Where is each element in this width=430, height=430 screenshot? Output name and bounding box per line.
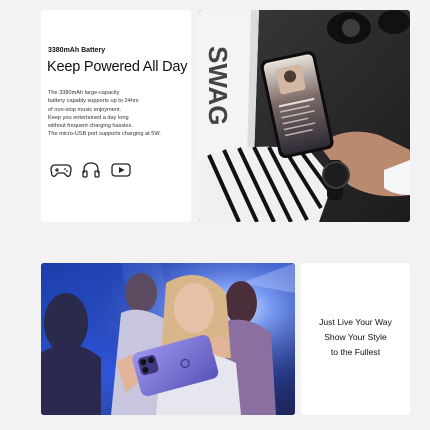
- battery-subtitle: 3380mAh Battery: [48, 47, 106, 54]
- style-slogan: Just Live Your Way Show Your Style to th…: [301, 315, 410, 360]
- box-lettering: SWAG: [203, 46, 233, 125]
- description-line: without frequent charging hassles.: [48, 123, 133, 130]
- style-slogan-card: Just Live Your Way Show Your Style to th…: [301, 263, 410, 415]
- description-line: The micro-USB port supports charging at …: [48, 131, 161, 138]
- battery-info-card: 3380mAh Battery Keep Powered All Day The…: [41, 10, 191, 222]
- feature-icons: [50, 161, 132, 179]
- battery-title: Keep Powered All Day: [47, 59, 188, 75]
- headphones-icon: [80, 161, 102, 179]
- slogan-line: Show Your Style: [324, 332, 387, 342]
- slogan-line: Just Live Your Way: [319, 317, 392, 327]
- concert-selfie-photo: [41, 263, 295, 415]
- description-line: of non-stop music enjoyment.: [48, 106, 122, 113]
- gamepad-icon: [50, 161, 72, 179]
- description-line: battery capably supports up to 24hrs: [48, 98, 139, 105]
- phone-wrist-photo: SWAG: [199, 10, 410, 222]
- description-line: Keep you entertained a day long: [48, 114, 129, 121]
- battery-description: The 3380mAh large-capacity battery capab…: [48, 89, 186, 139]
- video-play-icon: [110, 161, 132, 179]
- description-line: The 3380mAh large-capacity: [48, 90, 120, 96]
- slogan-line: to the Fullest: [330, 347, 381, 357]
